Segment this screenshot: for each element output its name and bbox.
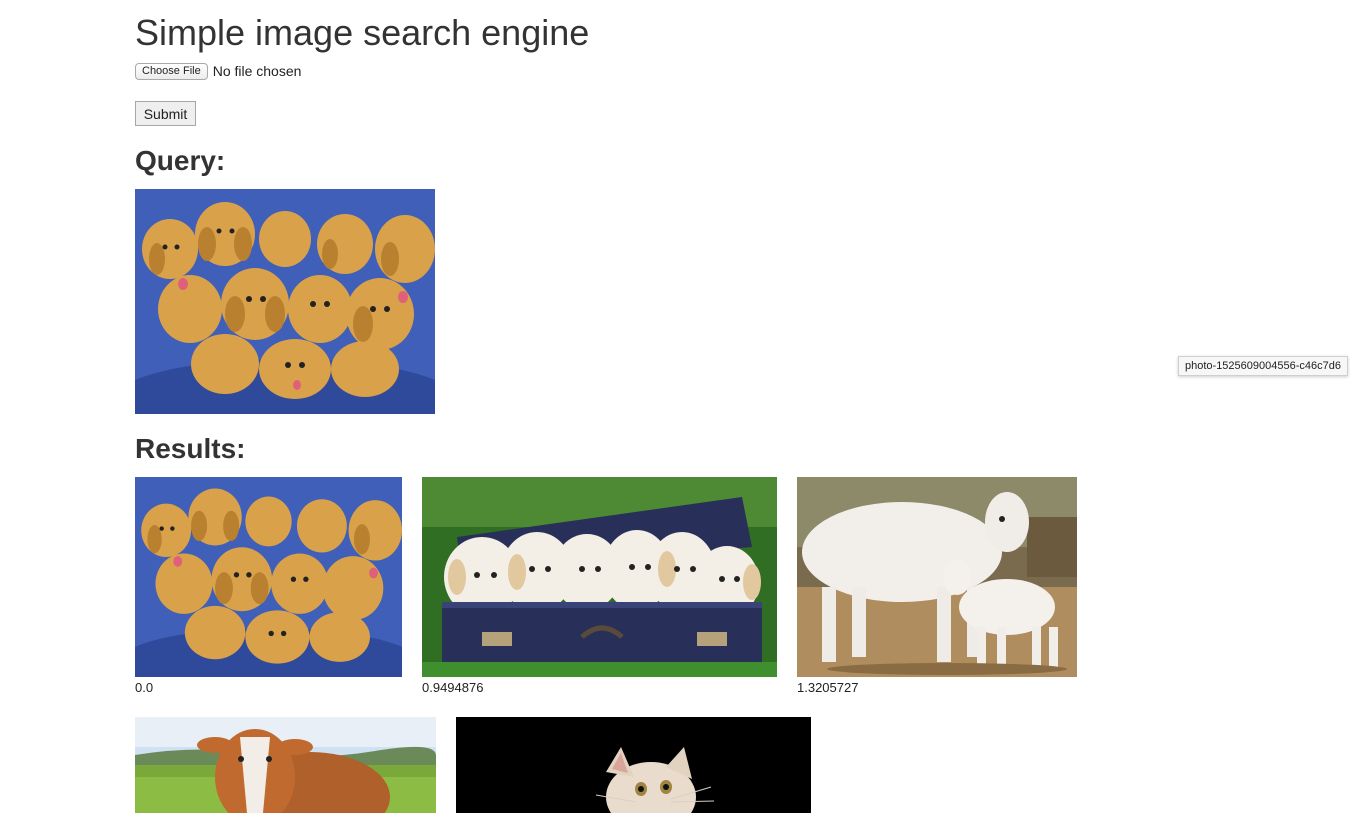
file-upload-row: Choose File No file chosen — [135, 61, 301, 81]
results-heading: Results: — [135, 433, 246, 464]
tooltip: photo-1525609004556-c46c7d6 — [1178, 356, 1348, 376]
result-score: 0.9494876 — [422, 680, 484, 695]
result-image[interactable] — [135, 477, 402, 677]
result-image[interactable] — [422, 477, 777, 677]
file-status-text: No file chosen — [212, 63, 302, 79]
submit-button[interactable]: Submit — [135, 101, 196, 126]
result-score: 0.0 — [135, 680, 154, 695]
choose-file-button[interactable]: Choose File — [135, 62, 208, 80]
result-image[interactable] — [135, 717, 436, 813]
query-heading: Query: — [135, 145, 226, 176]
result-image[interactable] — [456, 717, 811, 813]
result-image[interactable] — [797, 477, 1077, 677]
page: Simple image search engine Choose File N… — [0, 0, 1357, 813]
result-score: 1.3205727 — [797, 680, 859, 695]
query-image — [135, 189, 435, 414]
page-title: Simple image search engine — [135, 12, 590, 53]
